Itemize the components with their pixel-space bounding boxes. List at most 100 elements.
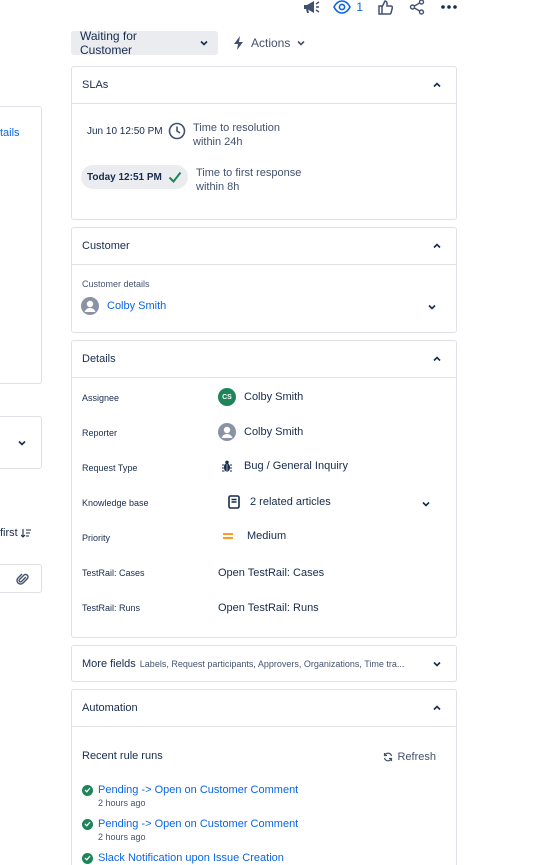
success-check-icon (82, 818, 93, 830)
field-label-priority: Priority (82, 533, 111, 543)
book-icon (228, 495, 240, 509)
success-check-icon (82, 784, 93, 796)
assignee-name: Colby Smith (244, 391, 304, 403)
testrail-cases-link[interactable]: Open TestRail: Cases (218, 567, 324, 579)
field-label-reporter: Reporter (82, 428, 118, 438)
details-panel: Details Assignee CS Colby Smith Reporter… (71, 340, 457, 638)
rule-run-name[interactable]: Pending -> Open on Customer Comment (98, 818, 298, 830)
avatar: CS (218, 388, 236, 406)
thumbs-up-icon[interactable] (375, 0, 395, 16)
attachment-button[interactable] (0, 564, 42, 593)
bug-icon (221, 459, 233, 473)
field-label-testrail-cases: TestRail: Cases (82, 568, 145, 578)
sla-sub: within 8h (196, 181, 240, 193)
issue-toolbar: 1 (301, 0, 459, 17)
sort-icon (20, 528, 31, 538)
field-label-knowledge-base: Knowledge base (82, 498, 149, 508)
watch-button[interactable]: 1 (333, 0, 363, 14)
sla-date: Today 12:51 PM (87, 171, 162, 183)
watchers-count: 1 (356, 0, 363, 14)
automation-panel: Automation Recent rule runs Refresh Pend… (71, 689, 457, 865)
refresh-button[interactable]: Refresh (383, 751, 436, 763)
chevron-up-icon[interactable] (431, 702, 443, 714)
eye-icon (333, 0, 352, 14)
avatar-icon (81, 297, 99, 315)
knowledge-base-text: 2 related articles (250, 496, 331, 508)
sla-met-pill: Today 12:51 PM (81, 165, 188, 189)
chevron-down-icon (296, 38, 306, 48)
sla-text: Time to first response within 8h (196, 166, 301, 193)
field-label-testrail-runs: TestRail: Runs (82, 603, 141, 613)
status-dropdown[interactable]: Waiting for Customer (71, 29, 218, 57)
customer-row[interactable]: Colby Smith (81, 297, 166, 315)
priority-medium-icon (222, 531, 234, 541)
more-fields-row: More fields Labels, Request participants… (82, 658, 422, 670)
chevron-up-icon[interactable] (431, 353, 443, 365)
sla-label: Time to resolution (193, 122, 281, 134)
chevron-down-icon (199, 38, 209, 48)
testrail-runs-link[interactable]: Open TestRail: Runs (218, 602, 319, 614)
actions-dropdown[interactable]: Actions (233, 33, 306, 53)
megaphone-icon[interactable] (301, 0, 321, 16)
sla-text: Time to resolution within 24h (193, 121, 280, 148)
chevron-down-icon[interactable] (426, 301, 438, 313)
avatar-icon (218, 423, 236, 441)
sla-item: Today 12:51 PM (81, 165, 188, 189)
request-type-text: Bug / General Inquiry (244, 460, 348, 472)
actions-label: Actions (251, 36, 291, 50)
customer-header[interactable]: Customer (72, 228, 456, 265)
rule-run-time: 2 hours ago (98, 798, 146, 808)
rule-run-item[interactable]: Slack Notification upon Issue Creation (82, 852, 284, 864)
priority-text: Medium (247, 530, 287, 542)
paperclip-icon (16, 572, 30, 586)
customer-details-label: Customer details (82, 279, 150, 289)
sla-label: Time to first response (196, 167, 302, 179)
details-link[interactable]: tails (0, 127, 20, 139)
chevron-down-icon (17, 438, 27, 448)
reporter-name: Colby Smith (244, 426, 304, 438)
sla-sub: within 24h (193, 136, 243, 148)
sort-label: first (0, 527, 18, 539)
field-label-assignee: Assignee (82, 393, 120, 403)
rule-run-name[interactable]: Pending -> Open on Customer Comment (98, 784, 298, 796)
slas-panel: SLAs Jun 10 12:50 PM Time to resolution … (71, 66, 457, 220)
lightning-icon (233, 36, 245, 50)
assignee-value[interactable]: CS Colby Smith (218, 388, 303, 406)
refresh-icon (383, 752, 393, 762)
chevron-up-icon[interactable] (431, 79, 443, 91)
automation-title: Automation (82, 702, 138, 714)
slas-title: SLAs (82, 79, 109, 91)
customer-name[interactable]: Colby Smith (107, 300, 166, 312)
request-type-value[interactable]: Bug / General Inquiry (221, 459, 348, 473)
rule-run-item[interactable]: Pending -> Open on Customer Comment 2 ho… (82, 784, 298, 808)
reporter-value[interactable]: Colby Smith (218, 423, 303, 441)
success-check-icon (82, 852, 93, 864)
refresh-label: Refresh (397, 751, 436, 763)
rule-run-time: 2 hours ago (98, 832, 146, 842)
rule-run-item[interactable]: Pending -> Open on Customer Comment 2 ho… (82, 818, 298, 842)
slas-header[interactable]: SLAs (72, 67, 456, 104)
more-fields-panel[interactable]: More fields Labels, Request participants… (71, 645, 457, 682)
customer-panel: Customer Customer details Colby Smith (71, 227, 457, 333)
chevron-up-icon[interactable] (431, 240, 443, 252)
share-icon[interactable] (407, 0, 427, 16)
more-icon[interactable] (439, 0, 459, 16)
automation-header[interactable]: Automation (72, 690, 456, 727)
customer-title: Customer (82, 240, 130, 252)
knowledge-base-value[interactable]: 2 related articles (228, 495, 331, 509)
chevron-down-icon[interactable] (431, 658, 443, 670)
status-label: Waiting for Customer (80, 29, 137, 57)
checkmark-icon (168, 171, 182, 183)
rule-run-name[interactable]: Slack Notification upon Issue Creation (98, 852, 284, 864)
sort-toggle[interactable]: first (0, 527, 31, 539)
chevron-down-icon[interactable] (420, 498, 432, 510)
priority-value[interactable]: Medium (222, 530, 286, 542)
field-label-request-type: Request Type (82, 463, 138, 473)
left-panel-card (0, 106, 42, 384)
details-header[interactable]: Details (72, 341, 456, 378)
details-title: Details (82, 353, 116, 365)
clock-icon (168, 122, 186, 140)
left-collapsible-card[interactable] (0, 416, 42, 469)
more-fields-title: More fields (82, 658, 136, 670)
more-fields-summary: Labels, Request participants, Approvers,… (139, 659, 405, 669)
